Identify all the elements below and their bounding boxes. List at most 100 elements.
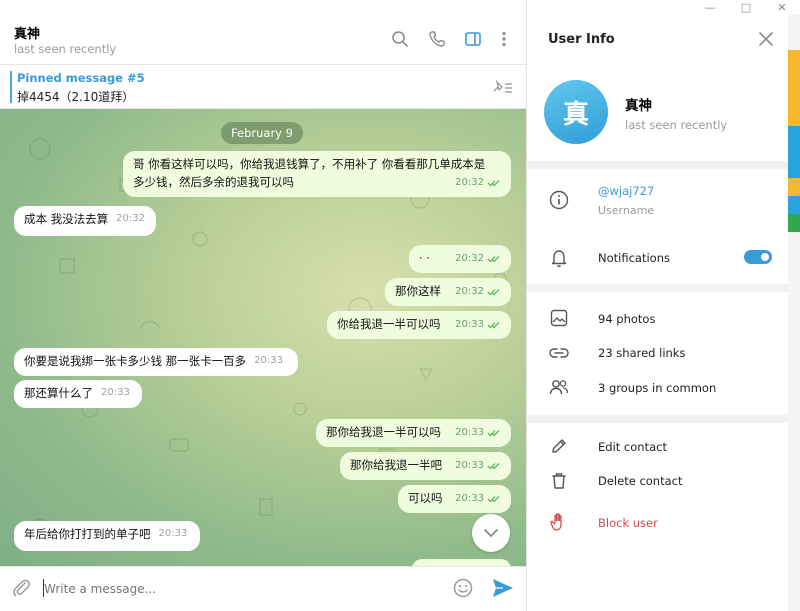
message-list[interactable]: February 9 哥 你看这样可以吗，你给我退钱算了，不用补了 你看看那几单… <box>0 109 526 566</box>
message-text: · · <box>419 251 430 265</box>
message-bubble-incoming[interactable]: 年后给你打打到的单子吧 20:33 <box>14 521 200 551</box>
message-text: 那你给我退一半可以吗 <box>326 425 441 439</box>
message-bubble-outgoing[interactable]: 你给我退一半可以吗 20:33 <box>327 311 511 339</box>
username-label: Username <box>598 204 655 217</box>
message-composer <box>0 566 526 611</box>
message-bubble-outgoing[interactable]: 哥 你看这样可以吗，你给我退钱算了，不用补了 你看看那几单成本是 多少钱，然后多… <box>123 151 511 197</box>
message-bubble-incoming[interactable]: 那还算什么了 20:33 <box>14 380 142 408</box>
photos-link[interactable]: 94 photos <box>598 312 655 326</box>
edge-segment <box>788 196 800 214</box>
message-bubble-outgoing[interactable]: 那你给我退一半可以吗 20:33 <box>316 419 511 447</box>
message-text: 那还算什么了 <box>24 386 93 400</box>
message-time: 20:33 <box>101 387 130 398</box>
close-window-button[interactable]: ✕ <box>764 0 800 14</box>
double-check-icon <box>487 283 501 301</box>
message-bubble-outgoing[interactable]: · · 20:32 <box>409 245 511 273</box>
message-bubble-outgoing[interactable]: 可以吗 20:33 <box>398 485 511 513</box>
double-check-icon <box>487 424 501 442</box>
shared-links-link[interactable]: 23 shared links <box>598 346 685 360</box>
double-check-icon <box>487 490 501 508</box>
search-icon[interactable] <box>390 29 410 49</box>
edit-contact-button[interactable]: Edit contact <box>598 440 667 454</box>
emoji-icon[interactable] <box>452 577 474 602</box>
message-input[interactable] <box>44 578 424 600</box>
notifications-label: Notifications <box>598 251 670 265</box>
pinned-message-bar[interactable]: Pinned message #5 掉4454（2.10道拜） <box>0 65 526 109</box>
scroll-to-bottom-button[interactable] <box>472 514 510 552</box>
message-time: 20:33 <box>158 528 188 539</box>
pinned-title: Pinned message #5 <box>17 71 145 85</box>
message-time: 20:32 <box>455 176 484 188</box>
section-divider <box>527 415 789 423</box>
send-icon[interactable] <box>491 577 515 602</box>
message-bubble-outgoing[interactable] <box>412 559 511 566</box>
date-separator: February 9 <box>221 122 303 144</box>
message-bubble-outgoing[interactable]: 那你这样 20:32 <box>385 278 511 306</box>
window-controls: — □ ✕ <box>690 0 800 14</box>
message-text: 你要是说我绑一张卡多少钱 那一张卡一百多 <box>24 354 247 368</box>
info-icon <box>549 190 569 210</box>
edge-segment <box>788 50 800 126</box>
trash-icon <box>549 471 569 491</box>
maximize-button[interactable]: □ <box>728 0 764 14</box>
close-icon[interactable] <box>758 31 774 50</box>
message-bubble-outgoing[interactable]: 那你给我退一半吧 20:33 <box>340 452 511 480</box>
section-divider <box>527 161 789 169</box>
message-time: 20:32 <box>455 252 484 264</box>
profile-status: last seen recently <box>625 118 728 132</box>
phone-call-icon[interactable] <box>427 29 447 49</box>
group-icon <box>549 377 569 397</box>
message-time: 20:32 <box>455 285 484 297</box>
chat-pane: 真神 last seen recently Pinned message #5 … <box>0 0 526 611</box>
hand-block-icon <box>549 512 569 532</box>
pinned-list-icon[interactable] <box>492 79 514 98</box>
more-options-icon[interactable] <box>494 29 514 49</box>
message-text: 你给我退一半可以吗 <box>337 317 441 331</box>
block-user-button[interactable]: Block user <box>598 516 658 530</box>
double-check-icon <box>487 250 501 268</box>
pinned-indicator <box>10 71 12 103</box>
message-text: 年后给你打打到的单子吧 <box>24 527 151 541</box>
message-time: 20:33 <box>455 459 484 471</box>
double-check-icon <box>487 174 501 192</box>
message-bubble-incoming[interactable]: 成本 我没法去算 20:32 <box>14 206 156 236</box>
message-text-line: 多少钱，然后多余的退我可以吗 <box>133 175 294 189</box>
chevron-down-icon <box>484 529 498 538</box>
edge-segment <box>788 126 800 178</box>
chat-header: 真神 last seen recently <box>0 0 526 65</box>
avatar[interactable]: 真 <box>544 80 608 144</box>
message-text-line: 哥 你看这样可以吗，你给我退钱算了，不用补了 你看看那几单成本是 <box>133 157 486 171</box>
edge-segment <box>788 214 800 232</box>
sidebar-toggle-icon[interactable] <box>463 29 483 49</box>
message-time: 20:33 <box>254 355 283 366</box>
message-text: 那你给我退一半吧 <box>350 458 442 472</box>
message-time: 20:33 <box>455 426 484 438</box>
toggle-knob <box>759 251 771 263</box>
double-check-icon <box>487 457 501 475</box>
panel-title: User Info <box>548 32 615 47</box>
message-text: 成本 我没法去算 <box>24 212 109 226</box>
message-time: 20:33 <box>455 318 484 330</box>
chat-title[interactable]: 真神 <box>14 23 40 42</box>
message-text: 那你这样 <box>395 284 441 298</box>
double-check-icon <box>487 316 501 334</box>
message-text: 可以吗 <box>408 491 443 505</box>
section-divider <box>527 284 789 292</box>
pinned-text: 掉4454（2.10道拜） <box>17 90 135 104</box>
message-bubble-incoming[interactable]: 你要是说我绑一张卡多少钱 那一张卡一百多 20:33 <box>14 348 298 376</box>
groups-in-common-link[interactable]: 3 groups in common <box>598 381 716 395</box>
profile-name: 真神 <box>625 98 652 114</box>
notifications-toggle[interactable] <box>744 250 772 264</box>
bell-icon <box>549 248 569 268</box>
message-time: 20:32 <box>116 213 145 224</box>
username-value[interactable]: @wjaj727 <box>598 184 654 198</box>
photo-icon <box>549 308 569 328</box>
chat-status: last seen recently <box>14 42 117 56</box>
user-info-panel: User Info 真 真神 last seen recently @wjaj7… <box>526 0 789 611</box>
message-time: 20:33 <box>455 492 484 504</box>
background-window-edge <box>788 14 800 611</box>
attach-icon[interactable] <box>10 577 32 602</box>
minimize-button[interactable]: — <box>692 0 728 14</box>
link-icon <box>549 343 569 363</box>
delete-contact-button[interactable]: Delete contact <box>598 474 682 488</box>
